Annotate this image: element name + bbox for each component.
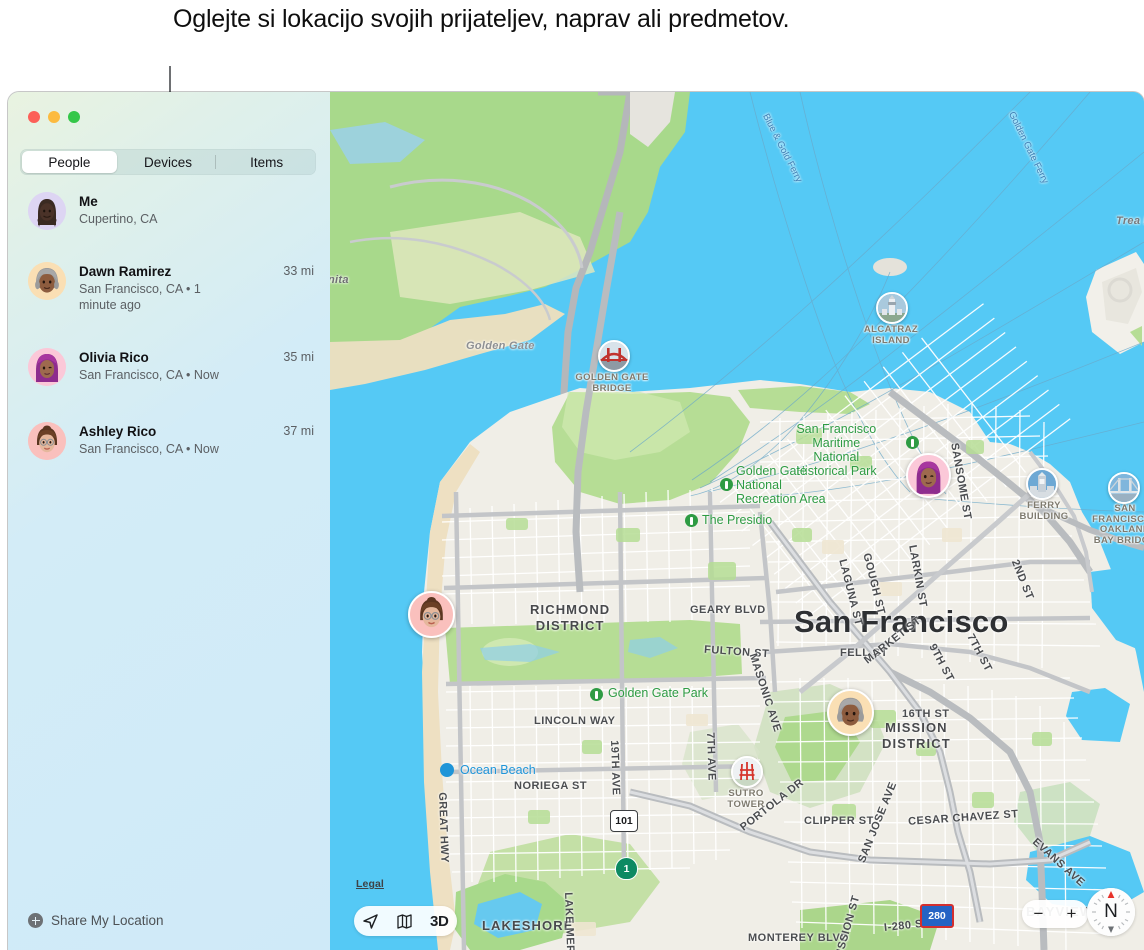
zoom-in-button[interactable]: + <box>1067 904 1077 924</box>
callout-text: Oglejte si lokacijo svojih prijateljev, … <box>173 2 793 37</box>
person-subtitle: San Francisco, CA • Now <box>79 441 277 457</box>
sidebar: People Devices Items <box>8 92 330 950</box>
poi-label-sutro-tower: SUTRO TOWER <box>712 788 780 810</box>
map-3d-toggle[interactable]: 3D <box>430 913 449 930</box>
people-list: Me Cupertino, CA <box>8 192 330 482</box>
map-pin-olivia-rico[interactable] <box>906 453 951 498</box>
tab-divider <box>215 155 216 169</box>
sutro-tower-icon[interactable] <box>731 756 763 788</box>
person-subtitle: Cupertino, CA <box>79 211 308 227</box>
close-button[interactable] <box>28 111 40 123</box>
avatar <box>28 262 66 300</box>
zoom-button[interactable] <box>68 111 80 123</box>
tab-devices[interactable]: Devices <box>121 151 216 173</box>
park-icon <box>720 478 733 491</box>
share-my-location-label: Share My Location <box>51 913 164 928</box>
person-distance: 33 mi <box>283 262 314 278</box>
map-book-icon[interactable] <box>396 913 413 930</box>
park-icon <box>685 514 698 527</box>
tab-people-label: People <box>48 155 90 170</box>
poi-label-golden-gate-bridge: GOLDEN GATE BRIDGE <box>566 372 658 394</box>
list-item-text: Ashley Rico San Francisco, CA • Now <box>79 422 277 457</box>
tab-items[interactable]: Items <box>219 151 314 173</box>
person-name: Dawn Ramirez <box>79 263 277 280</box>
list-item[interactable]: Olivia Rico San Francisco, CA • Now 35 m… <box>8 348 330 404</box>
person-name: Ashley Rico <box>79 423 277 440</box>
map-pin-ashley-rico[interactable] <box>408 591 455 638</box>
park-icon <box>906 436 919 449</box>
locate-arrow-icon[interactable] <box>362 913 379 930</box>
golden-gate-bridge-icon[interactable] <box>598 340 630 372</box>
tab-devices-label: Devices <box>144 155 192 170</box>
route-shield-i280: 280 <box>920 904 954 928</box>
tab-people[interactable]: People <box>22 151 117 173</box>
tab-items-label: Items <box>250 155 283 170</box>
avatar <box>28 422 66 460</box>
app-window: People Devices Items <box>8 92 1144 950</box>
bay-bridge-icon[interactable] <box>1108 472 1140 504</box>
avatar <box>28 192 66 230</box>
legal-link[interactable]: Legal <box>356 878 384 890</box>
map-pin-dawn-ramirez[interactable] <box>827 689 874 736</box>
share-my-location-button[interactable]: Share My Location <box>28 913 164 928</box>
person-subtitle: San Francisco, CA • 1 minute ago <box>79 281 239 313</box>
plus-circle-icon <box>28 913 43 928</box>
list-item-text: Me Cupertino, CA <box>79 192 308 227</box>
poi-label-bay-bridge: SAN FRANCISCO– OAKLAND BAY BRIDGE <box>1090 504 1144 546</box>
alcatraz-island-icon[interactable] <box>876 292 908 324</box>
segmented-tab-bar: People Devices Items <box>20 149 316 175</box>
list-item[interactable]: Me Cupertino, CA <box>8 192 330 248</box>
list-item-text: Dawn Ramirez San Francisco, CA • 1 minut… <box>79 262 277 313</box>
window-traffic-lights <box>28 111 80 123</box>
poi-label-alcatraz-island: ALCATRAZ ISLAND <box>860 324 922 346</box>
route-shield-us101: 101 <box>610 810 638 832</box>
route-shield-ca1: 1 <box>615 857 638 880</box>
zoom-out-button[interactable]: − <box>1034 904 1044 924</box>
list-item[interactable]: Ashley Rico San Francisco, CA • Now 37 m… <box>8 422 330 478</box>
park-icon <box>590 688 603 701</box>
person-distance: 37 mi <box>283 422 314 438</box>
list-item-text: Olivia Rico San Francisco, CA • Now <box>79 348 277 383</box>
person-name: Me <box>79 193 308 210</box>
list-item[interactable]: Dawn Ramirez San Francisco, CA • 1 minut… <box>8 262 330 338</box>
person-name: Olivia Rico <box>79 349 277 366</box>
minimize-button[interactable] <box>48 111 60 123</box>
person-subtitle: San Francisco, CA • Now <box>79 367 277 383</box>
poi-label-ferry-building: FERRY BUILDING <box>1016 500 1072 522</box>
ferry-building-icon[interactable] <box>1026 468 1058 500</box>
map-canvas[interactable]: Golden Gate Blue & Gold Ferry Golden Gat… <box>330 92 1144 950</box>
map-toolbar: 3D <box>354 906 457 936</box>
avatar <box>28 348 66 386</box>
map-zoom-control: − + <box>1022 900 1088 928</box>
map-compass[interactable]: N <box>1087 888 1135 936</box>
beach-icon <box>440 763 454 777</box>
person-distance: 35 mi <box>283 348 314 364</box>
compass-north-label: N <box>1087 888 1135 936</box>
